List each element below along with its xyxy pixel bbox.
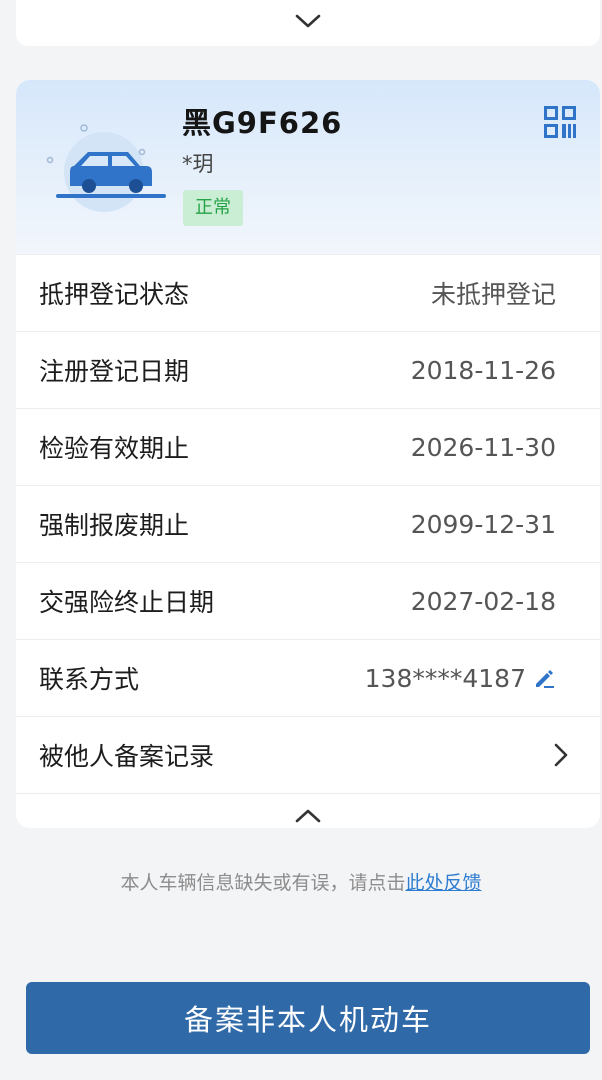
contact-row: 联系方式 138****4187 — [16, 639, 600, 716]
row-value: 2018-11-26 — [410, 355, 556, 385]
feedback-notice: 本人车辆信息缺失或有误，请点击此处反馈 — [0, 868, 602, 895]
row-value: 2099-12-31 — [410, 509, 556, 539]
registration-date-row: 注册登记日期 2018-11-26 — [16, 331, 600, 408]
row-label: 联系方式 — [39, 665, 140, 694]
qr-code-icon[interactable] — [544, 106, 576, 138]
vehicle-header: 黑G9F626 *玥 正常 — [16, 80, 600, 254]
scrap-deadline-row: 强制报废期止 2099-12-31 — [16, 485, 600, 562]
chevron-up-icon — [295, 809, 321, 823]
chevron-down-icon[interactable] — [294, 12, 322, 30]
row-label: 注册登记日期 — [39, 357, 190, 386]
feedback-link[interactable]: 此处反馈 — [406, 872, 482, 894]
row-value: 未抵押登记 — [430, 280, 556, 309]
row-label: 交强险终止日期 — [39, 588, 215, 617]
vehicle-card: 黑G9F626 *玥 正常 抵押登记状态 未抵押登记 注册登记日期 2018-1… — [16, 80, 600, 828]
row-label: 检验有效期止 — [39, 434, 190, 463]
mortgage-status-row: 抵押登记状态 未抵押登记 — [16, 254, 600, 331]
edit-icon[interactable] — [532, 666, 556, 690]
row-label: 抵押登记状态 — [39, 280, 190, 309]
feedback-text: 本人车辆信息缺失或有误，请点击 — [120, 872, 406, 894]
car-icon — [46, 124, 166, 212]
phone-number: 138****4187 — [364, 663, 526, 693]
previous-card — [16, 0, 600, 46]
collapse-toggle[interactable] — [16, 793, 600, 828]
row-value: 2027-02-18 — [410, 586, 556, 616]
filing-records-row[interactable]: 被他人备案记录 — [16, 716, 600, 793]
row-label: 强制报废期止 — [39, 511, 190, 540]
contact-value[interactable]: 138****4187 — [365, 664, 556, 693]
chevron-right-icon — [554, 743, 568, 767]
status-badge: 正常 — [183, 190, 243, 226]
inspection-expiry-row: 检验有效期止 2026-11-30 — [16, 408, 600, 485]
row-value: 2026-11-30 — [410, 432, 556, 462]
register-non-owned-vehicle-button[interactable]: 备案非本人机动车 — [26, 982, 590, 1054]
row-label: 被他人备案记录 — [39, 742, 215, 771]
license-plate: 黑G9F626 — [182, 106, 343, 140]
insurance-expiry-row: 交强险终止日期 2027-02-18 — [16, 562, 600, 639]
owner-name: *玥 — [182, 152, 214, 176]
